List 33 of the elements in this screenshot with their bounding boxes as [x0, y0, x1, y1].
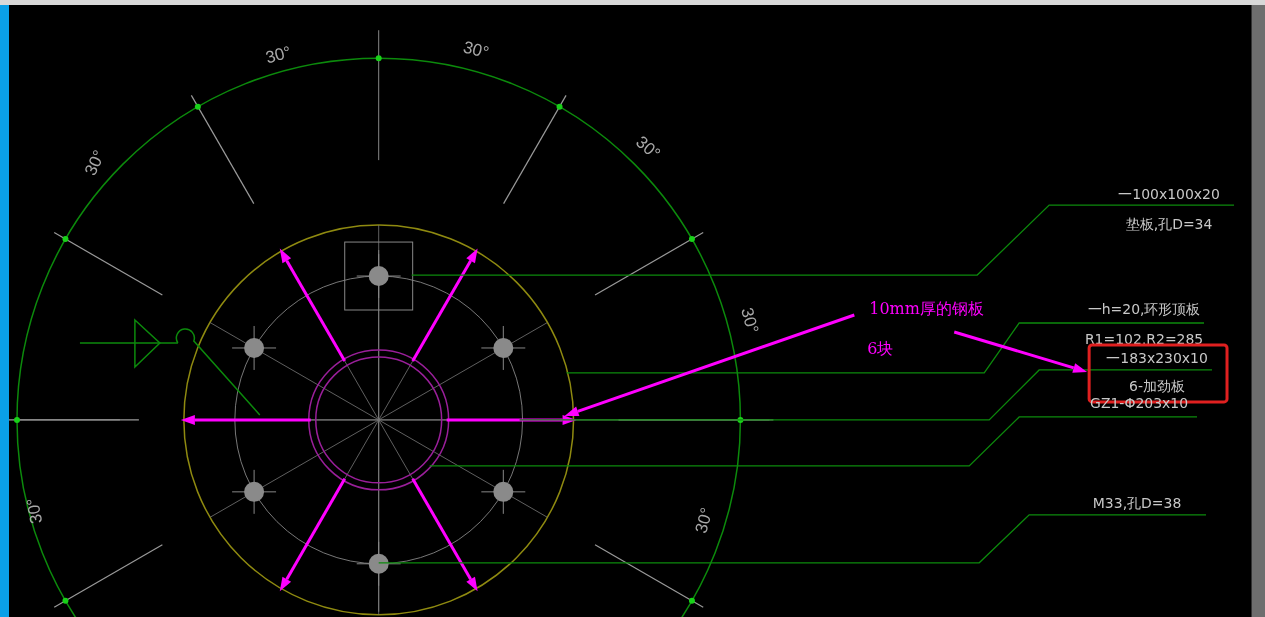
dimension-tick-icon: [556, 103, 563, 110]
bolt-hole-drawing: [480, 469, 526, 515]
angle-dimension-label: 30°: [80, 147, 109, 179]
dimension-tick-icon: [14, 416, 20, 423]
dimension-tick-icon: [688, 236, 695, 243]
washer-outline: [344, 241, 414, 311]
dimension-tick-icon: [194, 103, 201, 110]
dimension-tick-icon: [375, 55, 382, 62]
leader-note: 一100x100x20: [1118, 186, 1220, 203]
bolt-hole-drawing: [231, 325, 277, 371]
leader-note: 一h=20,环形顶板: [1087, 301, 1201, 317]
bolt-hole-drawing: [356, 253, 402, 299]
bolt-hole-drawing: [480, 325, 526, 371]
leader-note: 垫板,孔D=34: [1125, 216, 1213, 233]
dimension-tick-icon: [688, 597, 695, 604]
leader-note: M33,孔D=38: [1092, 494, 1182, 511]
annotation-text: 6块: [867, 338, 894, 358]
dimension-tick-icon: [62, 597, 69, 604]
angle-dimension-label: 30°: [22, 496, 47, 526]
angle-dimension-label: 30°: [461, 37, 491, 63]
bolt-hole-drawing: [356, 541, 402, 587]
dimension-tick-icon: [737, 416, 744, 423]
annotation-text: 10mm厚的钢板: [869, 299, 984, 318]
leader-note: 6-加劲板: [1129, 377, 1186, 394]
leader-note: GZ1-Φ203x10: [1090, 394, 1189, 411]
dimension-tick-icon: [62, 236, 69, 243]
bolt-hole-drawing: [231, 469, 277, 515]
angle-dimension-label: 30°: [691, 505, 717, 536]
angle-dimension-label: 30°: [263, 42, 294, 68]
leader-note: 一183x230x10: [1106, 349, 1208, 366]
angle-dimension-label: 30°: [632, 132, 664, 164]
angle-dimension-label: 30°: [737, 305, 763, 336]
leader-note: R1=102,R2=285: [1084, 330, 1204, 347]
